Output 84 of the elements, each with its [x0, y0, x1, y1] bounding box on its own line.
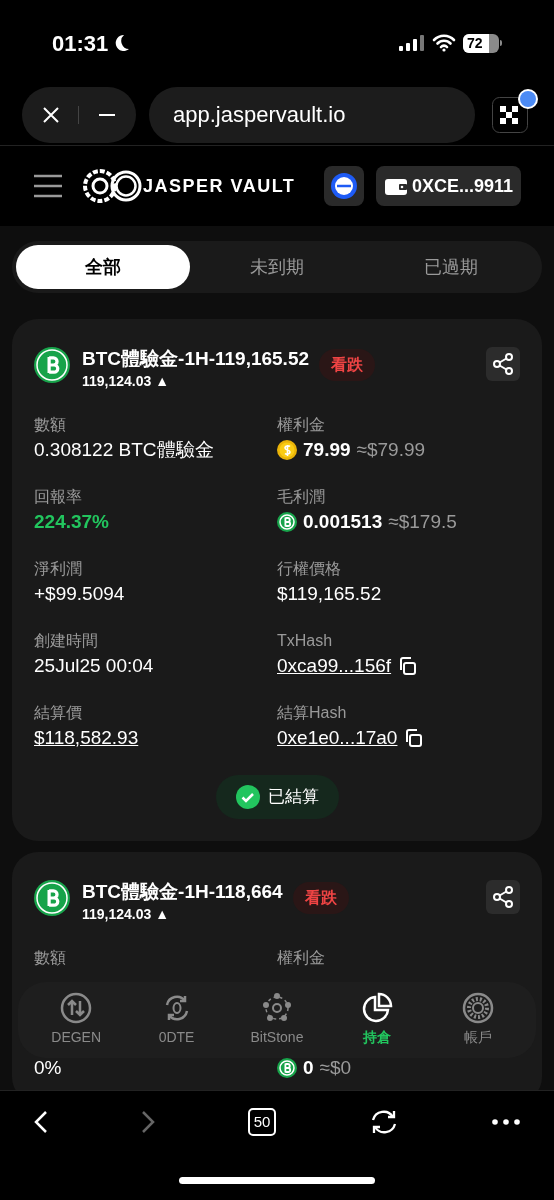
vault-logo-icon — [83, 169, 143, 203]
coin-amount: 79.99 — [303, 438, 351, 462]
bitcoin-coin-icon — [34, 347, 70, 383]
field-value: 0% — [34, 1056, 63, 1080]
wifi-icon — [432, 34, 456, 52]
pie-chart-icon — [361, 992, 394, 1024]
signal-icon — [399, 35, 425, 51]
usd-approx: ≈$0 — [319, 1056, 352, 1080]
check-circle-icon — [235, 785, 260, 809]
price-link[interactable]: $118,582.93 — [34, 725, 139, 751]
copy-icon[interactable] — [403, 728, 424, 748]
ring-icon — [461, 992, 494, 1024]
field-label: 結算價 — [34, 703, 83, 723]
wallet-button[interactable]: 0XCE...9911 — [375, 166, 521, 206]
filter-tab[interactable]: 已過期 — [364, 245, 538, 289]
direction-badge: 看跌 — [319, 349, 376, 381]
coin-amount: 0.001513 — [303, 510, 383, 534]
address-bar[interactable]: app.jaspervault.io — [149, 86, 475, 143]
more-icon — [492, 1119, 520, 1125]
field-label: 數額 — [34, 415, 67, 435]
field-value: 0.308122 BTC體驗金 — [34, 438, 215, 462]
hash-link[interactable]: 0xca99...156f — [277, 653, 392, 679]
menu-button[interactable] — [33, 173, 63, 199]
brand-name: JASPER VAULT — [143, 174, 296, 198]
share-button[interactable] — [486, 347, 520, 381]
back-button[interactable] — [34, 1110, 48, 1134]
share-button[interactable] — [486, 880, 520, 914]
field-value: +$99.5094 — [34, 582, 126, 606]
back-icon — [34, 1110, 48, 1134]
checker-app-icon[interactable] — [492, 96, 528, 133]
field-label: 創建時間 — [34, 631, 99, 651]
swap-arrows-icon — [60, 992, 93, 1024]
field-label: 行權價格 — [277, 559, 342, 579]
field-label: 回報率 — [34, 487, 83, 507]
wallet-icon — [383, 176, 408, 196]
nav-item[interactable]: 持倉 — [333, 992, 422, 1048]
copy-icon[interactable] — [397, 656, 418, 676]
status-text: 已結算 — [267, 786, 319, 809]
field-label: 結算Hash — [277, 703, 348, 723]
menu-icon — [33, 173, 63, 199]
network-icon — [260, 992, 293, 1024]
bitcoin-coin-icon — [277, 1058, 297, 1078]
close-icon — [42, 105, 61, 124]
bitcoin-coin-icon — [277, 512, 297, 532]
nav-item[interactable]: BitStone — [232, 992, 321, 1048]
network-button[interactable] — [323, 166, 364, 206]
index-price: 119,124.03 ▲ — [82, 905, 171, 924]
index-price: 119,124.03 ▲ — [82, 372, 171, 391]
field-value: 25Jul25 00:04 — [34, 654, 155, 678]
reload-button[interactable] — [369, 1109, 399, 1135]
nav-item[interactable]: DEGEN — [32, 992, 121, 1048]
reload-icon — [369, 1109, 399, 1135]
share-icon — [491, 352, 515, 376]
share-icon — [491, 885, 515, 909]
network-badge-icon — [329, 172, 358, 200]
field-label: TxHash — [277, 631, 334, 651]
filter-tab[interactable]: 全部 — [16, 245, 190, 289]
notification-dot-icon — [518, 88, 538, 109]
forward-button[interactable] — [141, 1110, 155, 1134]
nav-item[interactable]: 帳戶 — [433, 992, 522, 1048]
dollar-coin-icon — [277, 440, 297, 460]
battery-level: 72 — [466, 33, 483, 53]
position-title: BTC體驗金-1H-118,664 — [82, 880, 283, 904]
direction-badge: 看跌 — [292, 882, 349, 914]
usd-approx: ≈$79.99 — [356, 438, 426, 462]
field-label: 權利金 — [277, 415, 326, 435]
hash-link[interactable]: 0xe1e0...17a0 — [277, 725, 398, 751]
field-label: 淨利潤 — [34, 559, 83, 579]
status-time: 01:31 — [52, 29, 109, 58]
field-label: 權利金 — [277, 948, 326, 968]
forward-icon — [141, 1110, 155, 1134]
coin-amount: 0 — [303, 1056, 314, 1080]
more-button[interactable] — [492, 1119, 520, 1125]
nav-item[interactable]: 0DTE — [132, 992, 221, 1048]
field-label: 數額 — [34, 948, 67, 968]
bitcoin-coin-icon — [34, 880, 70, 916]
tabs-button[interactable]: 50 — [248, 1108, 276, 1136]
position-title: BTC體驗金-1H-119,165.52 — [82, 347, 310, 371]
usd-approx: ≈$179.5 — [388, 510, 457, 534]
minimize-icon — [97, 112, 116, 117]
field-value: $119,165.52 — [277, 582, 383, 606]
filter-tab[interactable]: 未到期 — [190, 245, 364, 289]
return-rate: 224.37% — [34, 510, 110, 534]
field-label: 毛利潤 — [277, 487, 326, 507]
